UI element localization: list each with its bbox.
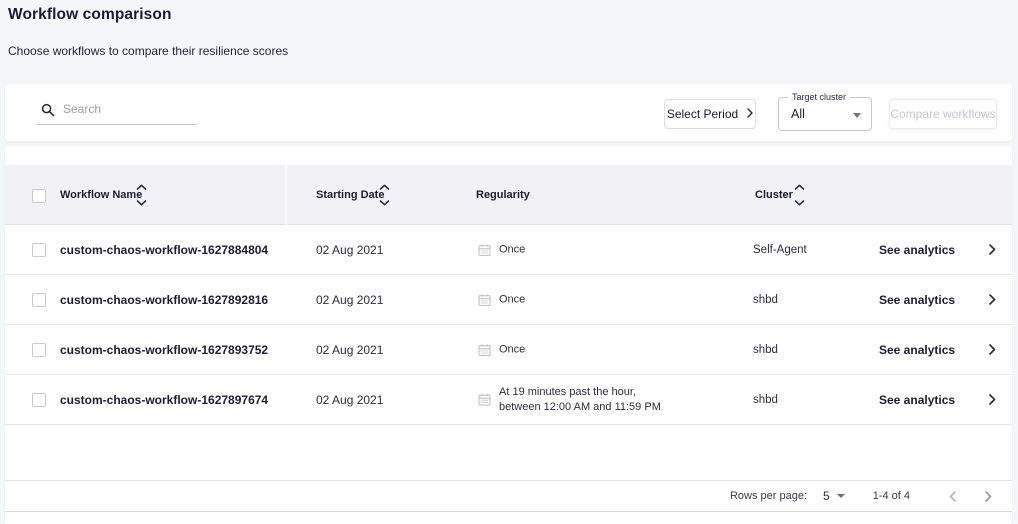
row-checkbox[interactable] (32, 393, 46, 407)
starting-date: 02 Aug 2021 (316, 343, 383, 357)
table-header-row: Workflow Name Starting Date Regularity C… (5, 165, 1012, 225)
starting-date: 02 Aug 2021 (316, 243, 383, 257)
rows-per-page-value: 5 (823, 489, 830, 503)
page-title: Workflow comparison (8, 6, 172, 24)
column-header-regularity: Regularity (476, 189, 530, 201)
workflow-name: custom-chaos-workflow-1627884804 (60, 243, 268, 257)
column-divider (285, 165, 287, 225)
cluster-name: Self-Agent (753, 244, 807, 256)
table-row: custom-chaos-workflow-1627884804 02 Aug … (5, 225, 1012, 275)
sort-descending-icon[interactable] (794, 199, 805, 206)
table-row: custom-chaos-workflow-1627892816 02 Aug … (5, 275, 1012, 325)
rows-per-page-select[interactable]: 5 (823, 489, 845, 503)
search-input[interactable] (37, 95, 197, 125)
select-period-label: Select Period (667, 107, 738, 121)
see-analytics-label: See analytics (879, 343, 955, 357)
search-field (37, 95, 197, 125)
table-row: custom-chaos-workflow-1627897674 02 Aug … (5, 375, 1012, 425)
sort-ascending-icon[interactable] (794, 183, 805, 190)
regularity-text-line2: between 12:00 AM and 11:59 PM (499, 401, 661, 414)
column-header-workflow-name: Workflow Name (60, 189, 142, 201)
row-checkbox[interactable] (32, 243, 46, 257)
calendar-icon (478, 393, 491, 406)
pagination-bar: Rows per page: 5 1-4 of 4 (5, 480, 1012, 512)
see-analytics-label: See analytics (879, 243, 955, 257)
chevron-down-icon (837, 494, 845, 498)
sort-control-cluster (794, 183, 805, 206)
compare-workflows-button[interactable]: Compare workflows (889, 99, 997, 129)
row-checkbox[interactable] (32, 293, 46, 307)
page-subtitle: Choose workflows to compare their resili… (8, 44, 288, 58)
chevron-right-icon (989, 244, 996, 255)
regularity-cell: Once (478, 243, 525, 256)
chevron-right-icon (989, 394, 996, 405)
pagination-range: 1-4 of 4 (873, 490, 910, 502)
target-cluster-value: All (791, 107, 805, 121)
chevron-left-icon (949, 491, 956, 502)
toolbar: Select Period Target cluster All Compare… (5, 84, 1012, 141)
see-analytics-button[interactable]: See analytics (879, 343, 996, 357)
row-checkbox[interactable] (32, 343, 46, 357)
target-cluster-select[interactable]: Target cluster All (778, 97, 872, 131)
starting-date: 02 Aug 2021 (316, 293, 383, 307)
rows-per-page-label: Rows per page: (730, 490, 807, 502)
sort-control-starting-date (379, 183, 390, 206)
select-all-checkbox[interactable] (32, 189, 46, 203)
chevron-right-icon (989, 344, 996, 355)
sort-descending-icon[interactable] (136, 199, 147, 206)
calendar-icon (478, 243, 491, 256)
see-analytics-label: See analytics (879, 393, 955, 407)
workflow-name: custom-chaos-workflow-1627897674 (60, 393, 268, 407)
workflow-name: custom-chaos-workflow-1627893752 (60, 343, 268, 357)
calendar-icon (478, 343, 491, 356)
column-header-starting-date: Starting Date (316, 189, 384, 201)
search-icon (41, 103, 55, 117)
sort-ascending-icon[interactable] (136, 183, 147, 190)
see-analytics-button[interactable]: See analytics (879, 243, 996, 257)
chevron-right-icon (989, 294, 996, 305)
select-period-button[interactable]: Select Period (664, 99, 756, 129)
see-analytics-button[interactable]: See analytics (879, 393, 996, 407)
regularity-cell: Once (478, 293, 525, 306)
workflow-name: custom-chaos-workflow-1627892816 (60, 293, 268, 307)
see-analytics-label: See analytics (879, 293, 955, 307)
starting-date: 02 Aug 2021 (316, 393, 383, 407)
column-header-cluster: Cluster (755, 189, 793, 201)
table-row: custom-chaos-workflow-1627893752 02 Aug … (5, 325, 1012, 375)
chevron-down-icon (853, 113, 861, 118)
regularity-text: Once (499, 343, 525, 356)
cluster-name: shbd (753, 294, 778, 306)
chevron-right-icon (747, 107, 753, 121)
regularity-cell: Once (478, 343, 525, 356)
sort-ascending-icon[interactable] (379, 183, 390, 190)
regularity-cell: At 19 minutes past the hour, between 12:… (478, 386, 661, 414)
sort-descending-icon[interactable] (379, 199, 390, 206)
regularity-text: At 19 minutes past the hour, (499, 386, 661, 399)
previous-page-button[interactable] (942, 486, 962, 506)
workflow-table: Workflow Name Starting Date Regularity C… (5, 146, 1012, 524)
regularity-text: Once (499, 293, 525, 306)
target-cluster-label: Target cluster (788, 92, 850, 102)
sort-control-workflow-name (136, 183, 147, 206)
cluster-name: shbd (753, 344, 778, 356)
chevron-right-icon (985, 491, 992, 502)
cluster-name: shbd (753, 394, 778, 406)
see-analytics-button[interactable]: See analytics (879, 293, 996, 307)
calendar-icon (478, 293, 491, 306)
next-page-button[interactable] (978, 486, 998, 506)
regularity-text: Once (499, 243, 525, 256)
